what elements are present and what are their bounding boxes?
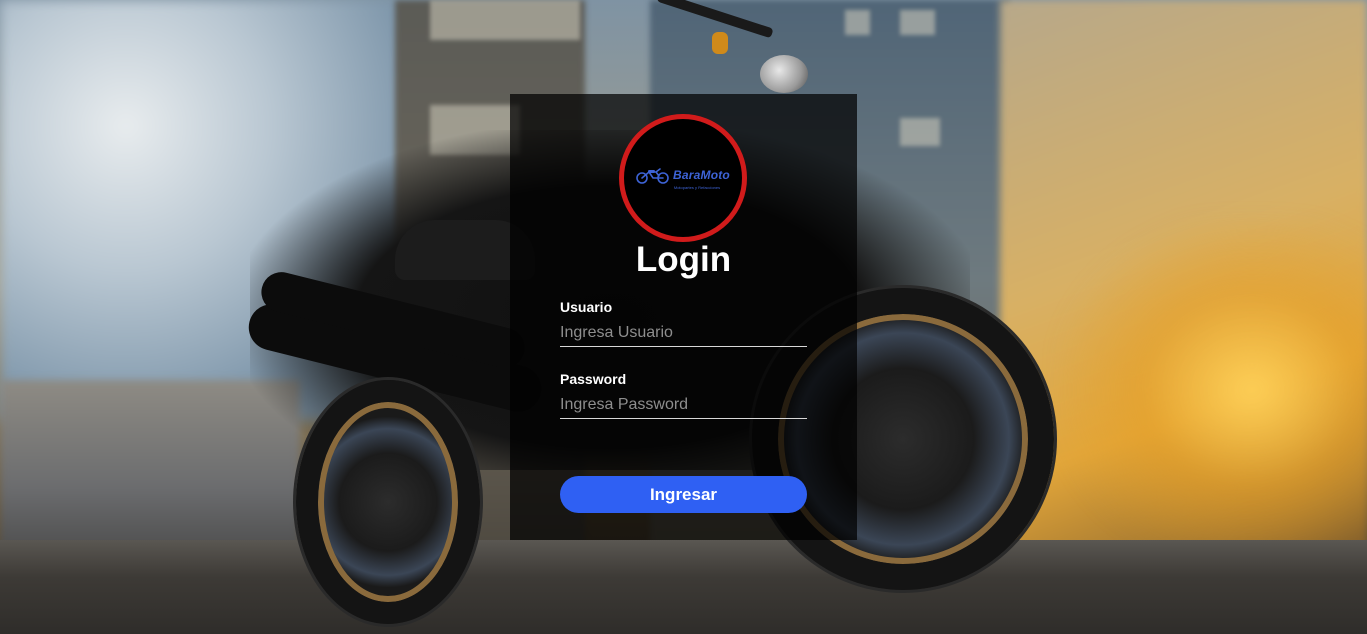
login-panel: BaraMoto Motopartes y Refacciones Login … — [510, 94, 857, 540]
brand-tagline: Motopartes y Refacciones — [673, 185, 721, 190]
background-window — [430, 0, 580, 40]
motorcycle-headlamp — [760, 55, 808, 93]
page-title: Login — [635, 240, 732, 279]
background-window — [900, 10, 935, 35]
brand-name: BaraMoto — [673, 168, 730, 182]
motorcycle-rear-wheel — [296, 380, 480, 624]
submit-button[interactable]: Ingresar — [560, 476, 807, 513]
motorcycle-indicator — [712, 32, 728, 54]
username-group: Usuario — [560, 299, 807, 347]
motorcycle-icon — [636, 168, 669, 184]
password-group: Password — [560, 371, 807, 419]
background-scene: BaraMoto Motopartes y Refacciones Login … — [0, 0, 1367, 634]
password-label: Password — [560, 371, 627, 387]
background-light — [1060, 220, 1367, 560]
brand-logo: BaraMoto Motopartes y Refacciones — [619, 114, 747, 242]
username-label: Usuario — [560, 299, 613, 315]
background-window — [845, 10, 870, 35]
username-input[interactable] — [560, 319, 807, 347]
brand-logo-row: BaraMoto — [636, 166, 730, 184]
password-input[interactable] — [560, 391, 807, 419]
background-ground — [0, 540, 1367, 634]
